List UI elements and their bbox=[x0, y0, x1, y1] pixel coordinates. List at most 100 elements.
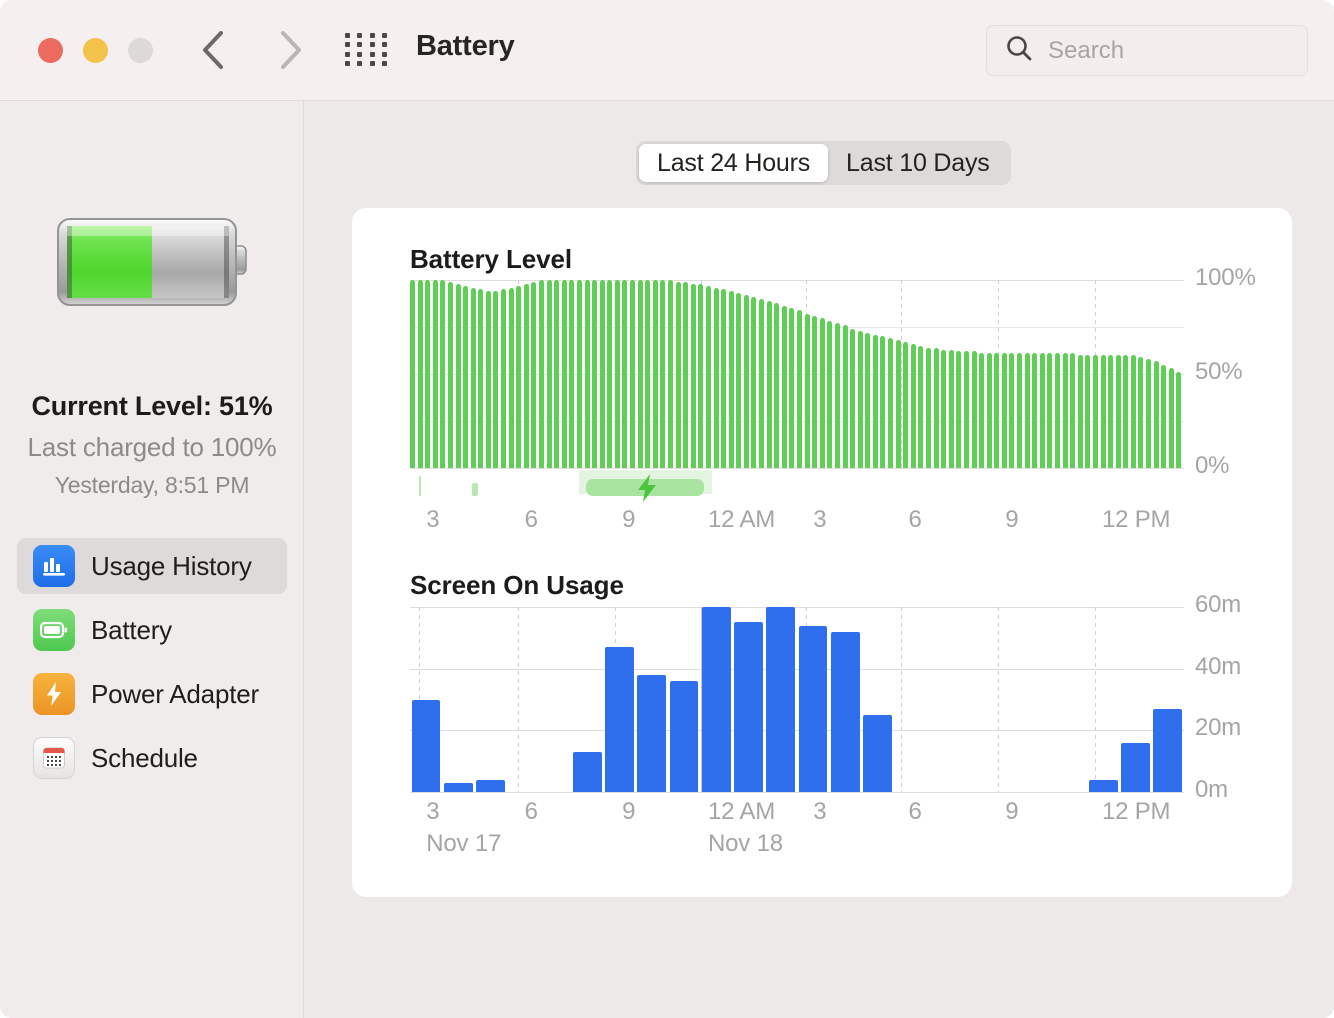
battery-level-bar bbox=[1168, 368, 1174, 468]
screen-on-usage-bar bbox=[669, 681, 699, 792]
battery-level-bar bbox=[622, 280, 628, 468]
sidebar-item-power-adapter[interactable]: Power Adapter bbox=[17, 666, 287, 722]
charging-tick bbox=[419, 476, 422, 496]
battery-level-bar bbox=[842, 325, 848, 468]
battery-level-bar bbox=[1153, 360, 1159, 468]
battery-level-bar bbox=[1039, 353, 1045, 468]
screen-on-usage-bar bbox=[734, 622, 763, 792]
screen-on-usage-bar bbox=[798, 625, 828, 792]
schedule-icon bbox=[33, 737, 75, 779]
sidebar: Current Level: 51% Last charged to 100% … bbox=[0, 101, 304, 1018]
charging-bolt-icon bbox=[636, 473, 658, 508]
screen-on-usage-x-tick: 9 bbox=[622, 798, 636, 825]
back-chevron-icon[interactable] bbox=[190, 26, 235, 74]
battery-icon bbox=[33, 609, 75, 651]
battery-level-bar bbox=[865, 332, 871, 468]
battery-level-bar bbox=[675, 281, 681, 468]
forward-chevron-icon[interactable] bbox=[267, 26, 312, 74]
battery-level-bar bbox=[926, 347, 931, 468]
screen-on-usage-bar bbox=[701, 607, 731, 792]
gridline-horizontal bbox=[410, 668, 1184, 670]
battery-level-bar bbox=[933, 347, 939, 468]
last-charged-time-text: Yesterday, 8:51 PM bbox=[54, 472, 250, 498]
close-button[interactable] bbox=[38, 38, 63, 63]
search-field[interactable]: Search bbox=[986, 25, 1308, 76]
screen-on-usage-bar bbox=[830, 631, 860, 792]
battery-level-bar bbox=[774, 302, 780, 468]
sidebar-item-label: Schedule bbox=[91, 742, 198, 773]
battery-level-bar bbox=[1100, 355, 1106, 468]
title-bar: Battery Search bbox=[0, 0, 1334, 101]
screen-on-usage-day-label: Nov 17 bbox=[426, 830, 502, 857]
battery-level-bar bbox=[1092, 355, 1098, 468]
screen-on-usage-x-tick: 6 bbox=[908, 798, 922, 825]
sidebar-item-label: Battery bbox=[91, 614, 172, 645]
gridline-horizontal bbox=[410, 280, 1184, 281]
battery-level-bar bbox=[751, 296, 757, 468]
last-charged-text: Last charged to 100% bbox=[27, 432, 277, 462]
battery-level-bar bbox=[1070, 353, 1076, 468]
battery-level-bar bbox=[728, 291, 734, 468]
battery-level-bar bbox=[668, 280, 673, 468]
battery-level-bar bbox=[523, 283, 529, 468]
navigation-buttons bbox=[190, 26, 312, 74]
battery-level-bar bbox=[1017, 353, 1023, 468]
battery-level-bar bbox=[903, 342, 909, 468]
battery-level-bar bbox=[956, 351, 962, 468]
battery-level-bar bbox=[979, 353, 985, 468]
battery-level-bar bbox=[516, 285, 522, 468]
battery-level-bar bbox=[493, 291, 499, 468]
battery-level-bar bbox=[736, 293, 742, 468]
battery-level-bar bbox=[660, 280, 666, 468]
battery-level-bar bbox=[1146, 358, 1152, 468]
battery-level-bar bbox=[766, 300, 772, 468]
battery-level-bar bbox=[888, 338, 894, 468]
gridline-horizontal bbox=[410, 468, 1184, 469]
gridline-horizontal bbox=[410, 730, 1184, 732]
battery-level-x-tick: 9 bbox=[1005, 506, 1019, 533]
zoom-button[interactable] bbox=[128, 38, 153, 63]
battery-level-bar bbox=[561, 280, 567, 468]
battery-level-bar bbox=[683, 281, 689, 468]
tab-last-10-days[interactable]: Last 10 Days bbox=[828, 144, 1008, 182]
battery-level-bar bbox=[857, 330, 863, 468]
sidebar-item-schedule[interactable]: Schedule bbox=[17, 730, 287, 786]
battery-level-bar bbox=[614, 280, 620, 468]
screen-on-usage-y-tick: 20m bbox=[1195, 714, 1242, 742]
battery-level-y-tick: 100% bbox=[1195, 264, 1256, 291]
battery-level-bar bbox=[470, 287, 476, 468]
screen-on-usage-chart bbox=[410, 607, 1184, 793]
battery-level-bar bbox=[630, 280, 636, 468]
show-all-grid-icon[interactable] bbox=[345, 33, 391, 67]
battery-level-bar bbox=[569, 280, 575, 468]
battery-level-y-tick: 50% bbox=[1195, 358, 1243, 385]
battery-level-bar bbox=[455, 283, 461, 468]
battery-level-bar bbox=[432, 280, 438, 468]
screen-on-usage-day-label: Nov 18 bbox=[708, 830, 783, 857]
screen-on-usage-y-tick: 0m bbox=[1195, 776, 1228, 803]
battery-level-bar bbox=[1024, 353, 1030, 468]
tab-last-24-hours[interactable]: Last 24 Hours bbox=[639, 144, 829, 182]
screen-on-usage-bar bbox=[637, 674, 666, 792]
charts-card: Battery Level 100% 50% 0% 3 6 9 12 AM 3 6 9 12 PM … bbox=[352, 208, 1292, 897]
minimize-button[interactable] bbox=[83, 38, 108, 63]
battery-level-bar bbox=[1055, 353, 1060, 468]
screen-on-usage-x-tick: 12 PM bbox=[1101, 798, 1171, 825]
screen-on-usage-x-tick: 9 bbox=[1005, 798, 1019, 825]
battery-level-bar bbox=[948, 349, 954, 468]
battery-level-bar bbox=[789, 308, 795, 468]
sidebar-item-label: Power Adapter bbox=[91, 678, 259, 709]
sidebar-item-usage-history[interactable]: Usage History bbox=[17, 538, 287, 594]
battery-level-bar bbox=[508, 287, 514, 468]
battery-level-bar bbox=[880, 336, 886, 468]
battery-level-bar bbox=[759, 298, 765, 468]
battery-level-bar bbox=[1161, 364, 1167, 468]
battery-level-bar bbox=[1001, 353, 1007, 468]
traffic-light-buttons bbox=[38, 38, 153, 63]
search-placeholder: Search bbox=[1048, 36, 1125, 64]
battery-level-bar bbox=[1085, 355, 1091, 468]
battery-level-bar bbox=[410, 280, 415, 468]
gridline-horizontal bbox=[410, 792, 1184, 793]
battery-level-title: Battery Level bbox=[410, 244, 572, 274]
sidebar-item-battery[interactable]: Battery bbox=[17, 602, 287, 658]
